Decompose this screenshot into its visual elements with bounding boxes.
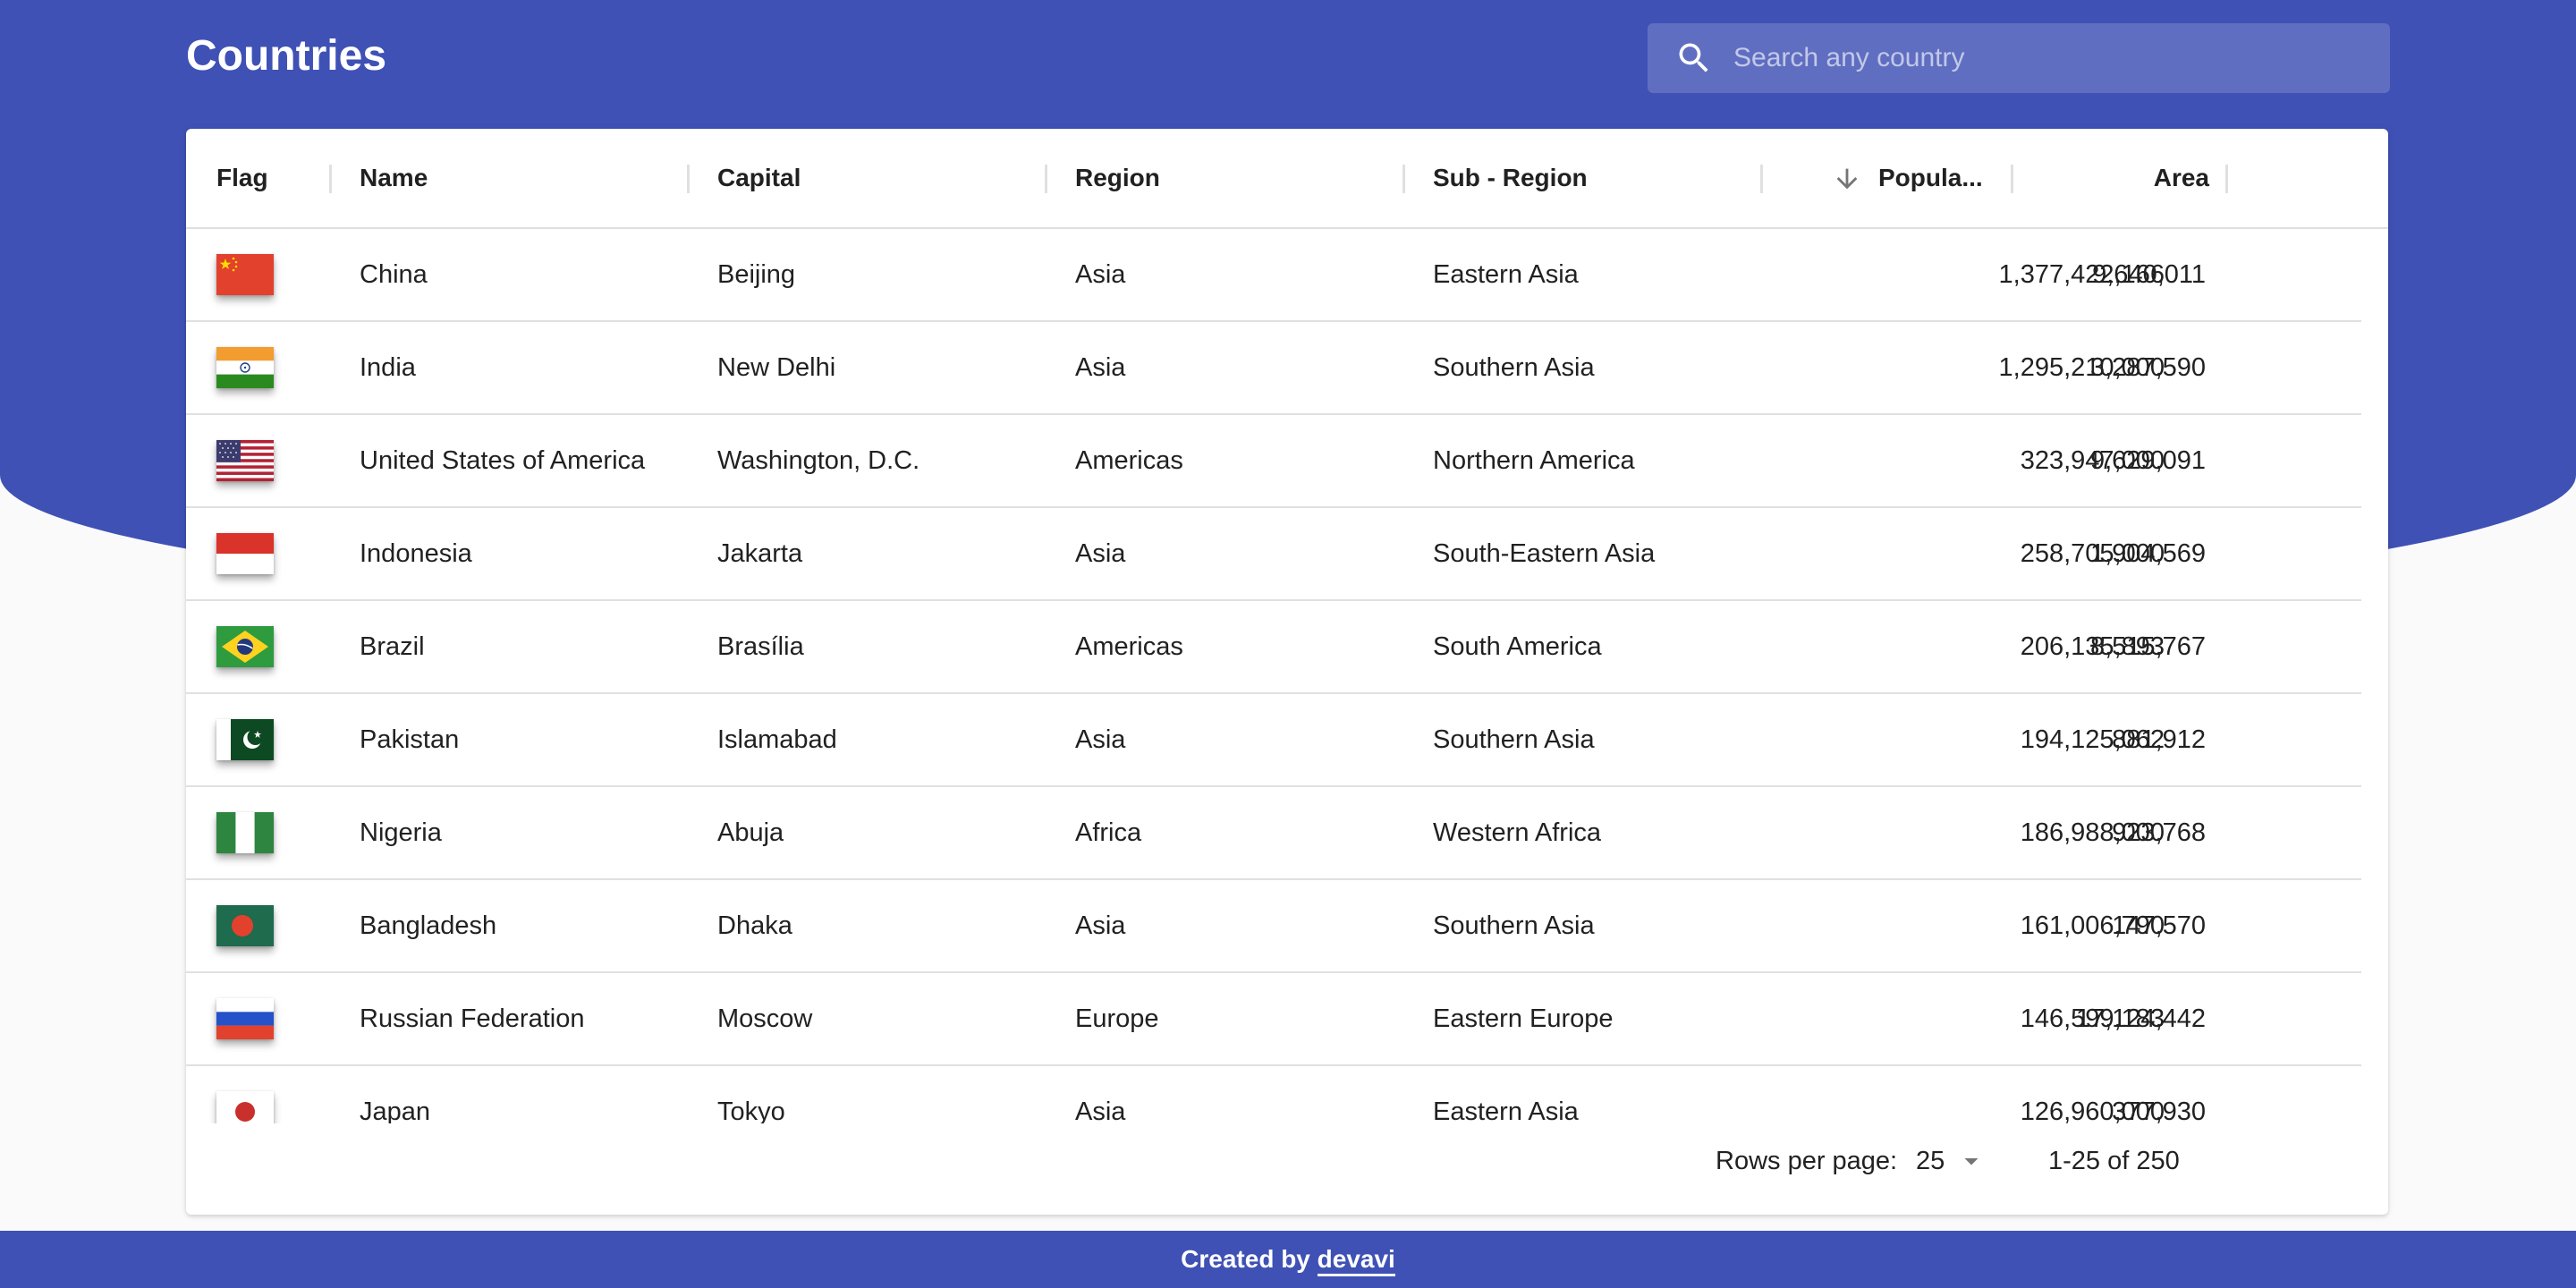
- indonesia-flag-icon: [216, 533, 274, 574]
- country-capital: Washington, D.C.: [717, 446, 920, 475]
- india-flag-icon: [216, 347, 274, 388]
- rows-per-page-value: 25: [1916, 1147, 1945, 1175]
- country-capital: Jakarta: [717, 539, 803, 568]
- table-row[interactable]: Bangladesh Dhaka Asia Southern Asia 161,…: [186, 880, 2361, 973]
- column-separator[interactable]: [1402, 165, 1405, 193]
- country-name: Japan: [360, 1097, 431, 1123]
- country-region: Asia: [1075, 260, 1126, 289]
- column-header-capital[interactable]: Capital: [717, 129, 801, 227]
- country-area: 9,629,091: [2089, 446, 2206, 475]
- column-separator[interactable]: [1760, 165, 1763, 193]
- country-name: India: [360, 353, 416, 382]
- country-capital: Islamabad: [717, 725, 837, 754]
- country-subregion: Southern Asia: [1433, 353, 1595, 382]
- country-capital: Moscow: [717, 1004, 813, 1033]
- search-box[interactable]: [1648, 22, 2390, 94]
- table-row[interactable]: China Beijing Asia Eastern Asia 1,377,42…: [186, 229, 2361, 322]
- country-region: Asia: [1075, 539, 1126, 568]
- column-header-subregion[interactable]: Sub - Region: [1433, 129, 1588, 227]
- country-subregion: Northern America: [1433, 446, 1635, 475]
- author-link[interactable]: devavi: [1317, 1245, 1395, 1276]
- table-row[interactable]: Japan Tokyo Asia Eastern Asia 126,960,00…: [186, 1066, 2361, 1123]
- country-area: 17,124,442: [2075, 1004, 2206, 1033]
- country-subregion: South-Eastern Asia: [1433, 539, 1656, 568]
- country-area: 3,287,590: [2089, 353, 2206, 382]
- country-name: Pakistan: [360, 725, 460, 754]
- country-area: 1,904,569: [2089, 539, 2206, 568]
- country-subregion: Eastern Europe: [1433, 1004, 1614, 1033]
- table-row[interactable]: Russian Federation Moscow Europe Eastern…: [186, 973, 2361, 1066]
- table-header: Flag Name Capital Region Sub - Region Po…: [186, 129, 2388, 229]
- usa-flag-icon: [216, 440, 274, 481]
- footer-prefix: Created by: [1181, 1245, 1310, 1273]
- country-capital: Beijing: [717, 260, 796, 289]
- page-range: 1-25 of 250: [2048, 1147, 2180, 1175]
- country-name: China: [360, 260, 428, 289]
- country-region: Americas: [1075, 446, 1183, 475]
- country-area: 923,768: [2112, 818, 2206, 847]
- country-area: 881,912: [2112, 725, 2206, 754]
- countries-table-card: Flag Name Capital Region Sub - Region Po…: [186, 129, 2388, 1215]
- country-subregion: Eastern Asia: [1433, 260, 1579, 289]
- country-capital: Tokyo: [717, 1097, 785, 1123]
- country-name: Indonesia: [360, 539, 472, 568]
- country-name: United States of America: [360, 446, 646, 475]
- country-subregion: South America: [1433, 632, 1602, 661]
- table-row[interactable]: Nigeria Abuja Africa Western Africa 186,…: [186, 787, 2361, 880]
- table-row[interactable]: Pakistan Islamabad Asia Southern Asia 19…: [186, 694, 2361, 787]
- country-region: Asia: [1075, 911, 1126, 940]
- pagination-bar: Rows per page: 25 1-25 of 250: [186, 1123, 2388, 1215]
- country-subregion: Eastern Asia: [1433, 1097, 1579, 1123]
- country-subregion: Southern Asia: [1433, 725, 1595, 754]
- country-area: 9,640,011: [2092, 260, 2206, 289]
- caret-down-icon: [1955, 1145, 1987, 1177]
- country-region: Europe: [1075, 1004, 1159, 1033]
- footer: Created by devavi: [0, 1231, 2576, 1288]
- country-capital: Abuja: [717, 818, 784, 847]
- search-icon: [1648, 38, 1714, 78]
- country-name: Brazil: [360, 632, 425, 661]
- country-region: Africa: [1075, 818, 1142, 847]
- bangladesh-flag-icon: [216, 905, 274, 946]
- table-row[interactable]: India New Delhi Asia Southern Asia 1,295…: [186, 322, 2361, 415]
- china-flag-icon: [216, 254, 274, 295]
- column-header-region[interactable]: Region: [1075, 129, 1160, 227]
- country-capital: Brasília: [717, 632, 804, 661]
- country-subregion: Southern Asia: [1433, 911, 1595, 940]
- country-region: Asia: [1075, 725, 1126, 754]
- country-name: Bangladesh: [360, 911, 497, 940]
- column-header-name[interactable]: Name: [360, 129, 428, 227]
- country-region: Asia: [1075, 353, 1126, 382]
- table-body: China Beijing Asia Eastern Asia 1,377,42…: [186, 229, 2388, 1123]
- russia-flag-icon: [216, 998, 274, 1039]
- page-title: Countries: [186, 32, 387, 80]
- table-row[interactable]: United States of America Washington, D.C…: [186, 415, 2361, 508]
- japan-flag-icon: [216, 1091, 274, 1123]
- column-separator[interactable]: [2225, 165, 2228, 193]
- column-header-area[interactable]: Area: [2041, 129, 2209, 227]
- pakistan-flag-icon: [216, 719, 274, 760]
- country-capital: New Delhi: [717, 353, 836, 382]
- rows-per-page-label: Rows per page:: [1716, 1147, 1898, 1175]
- country-area: 8,515,767: [2089, 632, 2206, 661]
- country-area: 377,930: [2112, 1097, 2206, 1123]
- country-area: 147,570: [2112, 911, 2206, 940]
- table-row[interactable]: Brazil Brasília Americas South America 2…: [186, 601, 2361, 694]
- table-row[interactable]: Indonesia Jakarta Asia South-Eastern Asi…: [186, 508, 2361, 601]
- column-separator[interactable]: [687, 165, 690, 193]
- column-separator[interactable]: [329, 165, 332, 193]
- rows-per-page-select[interactable]: 25: [1916, 1123, 1987, 1199]
- country-name: Russian Federation: [360, 1004, 585, 1033]
- country-capital: Dhaka: [717, 911, 792, 940]
- country-subregion: Western Africa: [1433, 818, 1602, 847]
- column-separator[interactable]: [2011, 165, 2013, 193]
- column-separator[interactable]: [1045, 165, 1047, 193]
- column-header-flag[interactable]: Flag: [216, 129, 268, 227]
- country-region: Asia: [1075, 1097, 1126, 1123]
- search-input[interactable]: [1732, 22, 2390, 94]
- brazil-flag-icon: [216, 626, 274, 667]
- nigeria-flag-icon: [216, 812, 274, 853]
- country-name: Nigeria: [360, 818, 442, 847]
- country-region: Americas: [1075, 632, 1183, 661]
